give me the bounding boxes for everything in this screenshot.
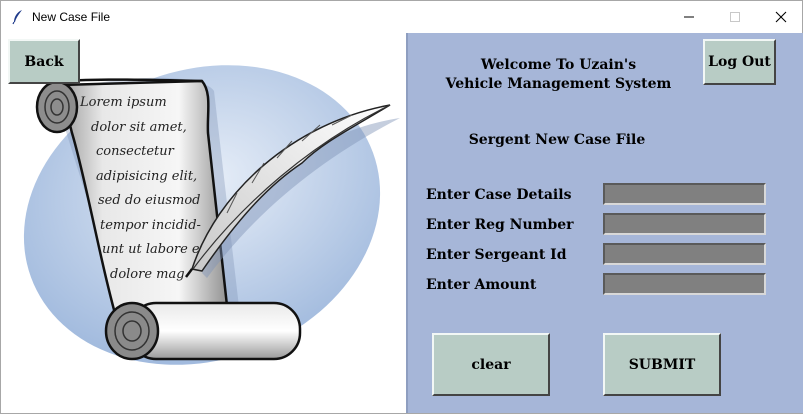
page-subheading: Sergent New Case File xyxy=(468,132,646,148)
amount-label: Enter Amount xyxy=(426,277,537,293)
close-icon xyxy=(775,11,787,23)
sergeant-id-label: Enter Sergeant Id xyxy=(426,247,567,263)
welcome-heading: Welcome To Uzain's Vehicle Management Sy… xyxy=(441,56,676,94)
scroll-line: unt ut labore e xyxy=(102,242,200,257)
feather-icon xyxy=(12,10,22,25)
welcome-line-2: Vehicle Management System xyxy=(445,76,672,92)
scroll-line: tempor incidid- xyxy=(100,217,201,233)
welcome-line-1: Welcome To Uzain's xyxy=(480,57,637,73)
reg-number-input[interactable] xyxy=(603,213,766,235)
scroll-line: dolore mag xyxy=(110,266,185,282)
maximize-icon xyxy=(730,12,740,22)
amount-input[interactable] xyxy=(603,273,766,295)
minimize-button[interactable] xyxy=(666,1,712,33)
scroll-text: Lorem ipsum dolor sit amet, consectetur … xyxy=(72,91,232,287)
scroll-line: dolor sit amet, xyxy=(91,119,187,135)
scroll-line: adipisicing elit, xyxy=(96,168,198,184)
back-button[interactable]: Back xyxy=(8,39,80,84)
sergeant-id-input[interactable] xyxy=(603,243,766,265)
reg-number-label: Enter Reg Number xyxy=(426,217,574,233)
submit-button[interactable]: SUBMIT xyxy=(603,333,721,396)
app-window: New Case File Lorem ipsum dolor sit amet… xyxy=(0,0,803,414)
clear-button[interactable]: clear xyxy=(432,333,550,396)
maximize-button[interactable] xyxy=(712,1,758,33)
illustration-panel: Lorem ipsum dolor sit amet, consectetur … xyxy=(2,33,406,413)
window-title: New Case File xyxy=(32,10,111,24)
title-bar: New Case File xyxy=(1,1,802,33)
case-details-label: Enter Case Details xyxy=(426,187,572,203)
close-button[interactable] xyxy=(758,1,803,33)
logout-button[interactable]: Log Out xyxy=(703,39,776,85)
scroll-line: sed do eiusmod xyxy=(98,193,201,208)
scroll-line: Lorem ipsum xyxy=(80,95,167,110)
case-details-input[interactable] xyxy=(603,183,766,205)
scroll-line: consectetur xyxy=(96,144,174,159)
minimize-icon xyxy=(684,16,694,18)
